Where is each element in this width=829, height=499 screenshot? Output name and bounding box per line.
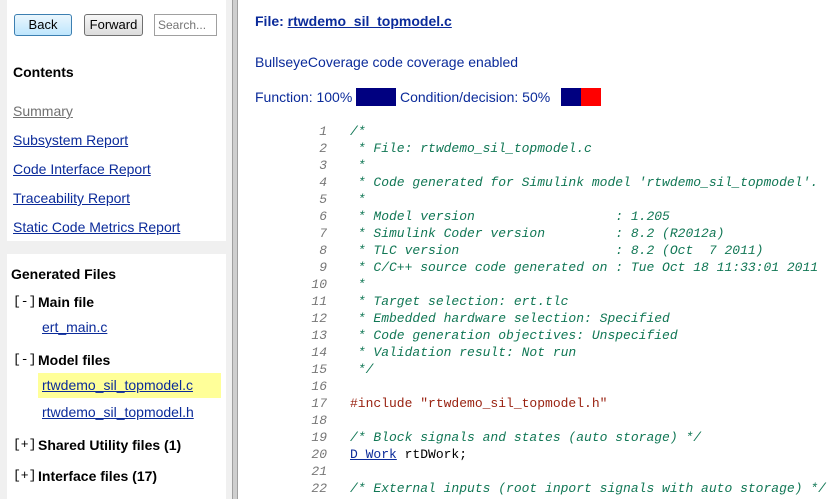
interface-files-group-label: Interface files (17) — [38, 468, 158, 484]
shared-utility-group-label: Shared Utility files (1) — [38, 437, 182, 453]
code-text: /* — [350, 124, 366, 139]
code-text: * Code generation objectives: Unspecifie… — [350, 328, 678, 343]
file-name-link[interactable]: rtwdemo_sil_topmodel.c — [288, 13, 452, 29]
file-title: File: rtwdemo_sil_topmodel.c — [255, 13, 452, 29]
code-type-link[interactable]: D_Work — [350, 447, 397, 462]
line-number: 10 — [311, 277, 327, 292]
function-coverage-label: Function: 100% — [255, 89, 353, 105]
search-input[interactable] — [154, 14, 217, 36]
file-label: File: — [255, 13, 284, 29]
interface-files-toggle[interactable]: [+] — [13, 468, 36, 483]
model-files-group-label: Model files — [38, 352, 111, 368]
line-number: 5 — [319, 192, 327, 207]
file-link-ert-main-c[interactable]: ert_main.c — [42, 319, 107, 335]
code-text: #include "rtwdemo_sil_topmodel.h" — [350, 396, 608, 411]
line-number: 1 — [319, 124, 327, 139]
code-text: */ — [350, 362, 374, 377]
coverage-message: BullseyeCoverage code coverage enabled — [255, 54, 519, 70]
nav-link-static-code-metrics-report[interactable]: Static Code Metrics Report — [13, 219, 180, 235]
line-number: 17 — [311, 396, 327, 411]
model-files-toggle[interactable]: [-] — [13, 352, 36, 367]
code-text-rest: rtDWork; — [396, 447, 468, 462]
line-number: 19 — [311, 430, 327, 445]
line-number: 12 — [311, 311, 327, 326]
line-number: 20 — [311, 447, 327, 462]
nav-link-code-interface-report[interactable]: Code Interface Report — [13, 161, 151, 177]
nav-link-traceability-report[interactable]: Traceability Report — [13, 190, 130, 206]
contents-panel: Back Forward Contents Summary Subsystem … — [7, 0, 226, 241]
forward-button[interactable]: Forward — [84, 14, 143, 36]
back-button[interactable]: Back — [14, 14, 72, 36]
generated-files-panel: Generated Files [-] Main file ert_main.c… — [7, 254, 226, 499]
line-number: 2 — [319, 141, 327, 156]
main-file-toggle[interactable]: [-] — [13, 294, 36, 309]
line-number: 14 — [311, 345, 327, 360]
line-number: 3 — [319, 158, 327, 173]
code-text: * Validation result: Not run — [350, 345, 577, 360]
code-text: * — [350, 277, 366, 292]
code-text: * TLC version : 8.2 (Oct 7 2011) — [350, 243, 764, 258]
code-text: * File: rtwdemo_sil_topmodel.c — [350, 141, 592, 156]
line-number: 16 — [311, 379, 327, 394]
shared-utility-toggle[interactable]: [+] — [13, 437, 36, 452]
file-link-topmodel-c[interactable]: rtwdemo_sil_topmodel.c — [42, 377, 193, 393]
code-text: * Embedded hardware selection: Specified — [350, 311, 670, 326]
line-number: 9 — [319, 260, 327, 275]
line-number: 15 — [311, 362, 327, 377]
coverage-metrics: Function: 100% — [255, 89, 352, 105]
code-text: D_Work rtDWork; — [350, 447, 467, 462]
line-number: 21 — [311, 464, 327, 479]
code-text: /* Block signals and states (auto storag… — [350, 430, 702, 445]
document-pane: File: rtwdemo_sil_topmodel.c BullseyeCov… — [238, 0, 829, 499]
condition-coverage-label: Condition/decision: 50% — [400, 89, 551, 105]
line-number: 4 — [319, 175, 327, 190]
code-text: * Code generated for Simulink model 'rtw… — [350, 175, 819, 190]
line-number: 8 — [319, 243, 327, 258]
main-file-group-label: Main file — [38, 294, 95, 310]
line-number: 11 — [311, 294, 327, 309]
line-number: 7 — [319, 226, 327, 241]
condition-coverage-bar — [561, 88, 601, 106]
code-text: /* External inputs (root inport signals … — [350, 481, 826, 496]
line-number: 22 — [311, 481, 327, 496]
navigation-pane: Back Forward Contents Summary Subsystem … — [0, 0, 232, 499]
nav-link-subsystem-report[interactable]: Subsystem Report — [13, 132, 128, 148]
code-text: * Simulink Coder version : 8.2 (R2012a) — [350, 226, 725, 241]
line-number: 6 — [319, 209, 327, 224]
nav-link-summary[interactable]: Summary — [13, 103, 73, 119]
code-text: * — [350, 158, 366, 173]
line-number: 18 — [311, 413, 327, 428]
code-text: * Model version : 1.205 — [350, 209, 670, 224]
generated-files-heading: Generated Files — [11, 266, 117, 282]
code-text: * — [350, 192, 366, 207]
function-coverage-bar — [356, 88, 396, 106]
contents-heading: Contents — [13, 64, 74, 80]
file-link-topmodel-h[interactable]: rtwdemo_sil_topmodel.h — [42, 404, 194, 420]
code-text: * C/C++ source code generated on : Tue O… — [350, 260, 819, 275]
code-text: * Target selection: ert.tlc — [350, 294, 569, 309]
line-number: 13 — [311, 328, 327, 343]
